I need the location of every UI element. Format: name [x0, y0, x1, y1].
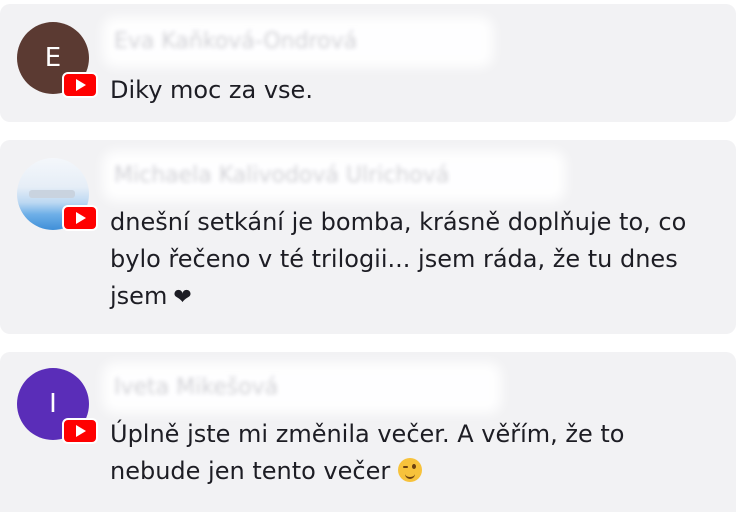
comment-text: dnešní setkání je bomba, krásně doplňuje…	[110, 204, 722, 316]
youtube-icon	[62, 72, 98, 98]
youtube-icon	[62, 205, 98, 231]
comment-text: Úplně jste mi změnila večer. A věřím, že…	[110, 420, 625, 485]
author-name-redacted: Michaela Kalivodová Ulrichová	[110, 158, 558, 194]
comment-card: I Iveta Mikešová Úplně jste mi změnila v…	[0, 352, 736, 512]
author-name-redacted: Eva Kaňková-Ondrová	[110, 24, 486, 60]
heart-icon: ❤	[173, 285, 192, 310]
comment-card: E Eva Kaňková-Ondrová Diky moc za vse.	[0, 4, 736, 122]
comment-text: Diky moc za vse.	[110, 76, 313, 104]
winking-face-icon	[398, 458, 423, 482]
comment-feed: E Eva Kaňková-Ondrová Diky moc za vse. M…	[0, 0, 738, 512]
author-name-redacted: Iveta Mikešová	[110, 370, 494, 406]
youtube-icon	[62, 418, 98, 444]
comment-card: Michaela Kalivodová Ulrichová dnešní set…	[0, 140, 736, 334]
